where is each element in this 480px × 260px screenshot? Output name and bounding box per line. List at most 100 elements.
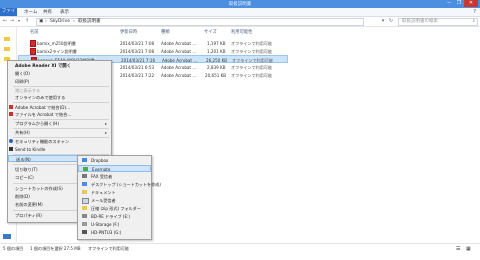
column-status[interactable]: 利用可能性 (231, 29, 252, 35)
menu-item-open-with-program[interactable]: プログラムから開く(H) ▸ (8, 120, 111, 127)
acrobat-icon (9, 112, 13, 116)
breadcrumb-skydrive[interactable]: SkyDrive (50, 19, 70, 25)
send-to-submenu: Dropbox Evernote FAX 受信者 デスクトップ (ショートカット… (77, 155, 161, 240)
file-row[interactable]: bamix_m250説明書 2014/03/21 7:08 Adobe Acro… (18, 39, 288, 47)
tab-view[interactable]: 表示 (60, 9, 69, 15)
status-offline: オフラインで利用可能 (88, 246, 129, 251)
address-input[interactable]: ▣ › SkyDrive › 取扱説明書 (36, 18, 364, 26)
desktop-icon (82, 182, 87, 186)
large-icons-view-icon[interactable]: ▦ (466, 246, 471, 252)
send-to-fax[interactable]: FAX 受信者 (78, 173, 151, 180)
menu-item-combine-files[interactable]: ファイルを Acrobat で結合... (8, 111, 111, 118)
folder-icon (4, 37, 10, 41)
address-dropdown-icon[interactable]: ▾ (380, 18, 386, 24)
window-title: 取扱説明書 (228, 2, 252, 7)
folder-icon: ▣ (39, 19, 44, 24)
recent-locations-button[interactable]: ▾ (16, 18, 22, 24)
window-controls: ─ ❐ ✕ (444, 0, 478, 7)
menu-item-open[interactable]: 開く(O) (8, 70, 111, 77)
evernote-icon (83, 167, 88, 171)
file-type: Adobe Acrobat ... (161, 64, 197, 70)
file-date: 2014/03/21 7:08 (120, 48, 155, 54)
column-type[interactable]: 種類 (161, 29, 170, 35)
refresh-icon[interactable]: ↻ (388, 18, 394, 24)
minimize-button[interactable]: ─ (444, 0, 454, 7)
menu-item-open-with-reader[interactable]: Adobe Reader XI で開く (8, 62, 111, 69)
network-icon[interactable] (3, 234, 11, 239)
menu-item-security-scan[interactable]: セキュリティ機能のスキャン (8, 138, 111, 145)
shield-icon (9, 139, 13, 143)
menu-item-combine-acrobat[interactable]: Adobe Acrobat で結合(D)... (8, 104, 111, 111)
pdf-file-icon (30, 40, 36, 47)
dropbox-icon (82, 158, 87, 162)
maximize-button[interactable]: ❐ (454, 0, 464, 7)
file-status: オフラインで利用可能 (231, 40, 272, 46)
send-to-evernote[interactable]: Evernote (78, 165, 151, 172)
ribbon-tabs: ファイル ホーム 共有 表示 ? (0, 8, 480, 22)
file-name: bamix_m250説明書 (37, 40, 76, 46)
breadcrumb-current-folder[interactable]: 取扱説明書 (78, 19, 101, 25)
folder-icon (4, 47, 10, 51)
column-name[interactable]: 名前 (30, 29, 39, 35)
fax-icon (82, 174, 87, 178)
send-to-dropbox[interactable]: Dropbox (78, 157, 151, 164)
send-to-mail[interactable]: メール受信者 (78, 197, 151, 204)
search-placeholder: 取扱説明書の検索 (402, 19, 438, 24)
status-selection: 1 個の項目を選択 27.5 MB (30, 246, 81, 251)
close-button[interactable]: ✕ (464, 0, 478, 7)
file-date: 2014/03/21 7:22 (120, 72, 155, 78)
file-size: 1,201 KB (207, 48, 226, 54)
file-type: Adobe Acrobat ... (161, 72, 197, 78)
column-size[interactable]: サイズ (204, 29, 217, 35)
tab-home[interactable]: ホーム (24, 9, 37, 15)
kindle-icon (9, 147, 13, 151)
file-status: オフラインで利用可能 (231, 48, 272, 54)
pdf-file-icon (30, 48, 36, 55)
menu-item-print[interactable]: 印刷(P) (8, 78, 111, 85)
send-to-documents[interactable]: ドキュメント (78, 189, 151, 196)
send-to-zip-folder[interactable]: 圧縮 (zip 形式) フォルダー (78, 205, 151, 212)
file-date: 2014/03/21 6:53 (120, 64, 155, 70)
status-item-count: 5 個の項目 (3, 246, 24, 251)
forward-button[interactable]: → (9, 18, 15, 24)
tab-share[interactable]: 共有 (43, 9, 52, 15)
menu-item-always-offline[interactable]: 常に表示する (8, 87, 111, 94)
title-bar: 取扱説明書 ─ ❐ ✕ (0, 0, 480, 8)
zip-folder-icon (82, 206, 87, 210)
up-button[interactable]: ↑ (24, 18, 30, 24)
file-row[interactable]: bamix2ライン説明書 2014/03/21 7:08 Adobe Acrob… (18, 47, 288, 55)
help-icon[interactable]: ? (473, 9, 476, 15)
file-size: 1,197 KB (207, 40, 226, 46)
address-bar-row: ← → ▾ ↑ ▣ › SkyDrive › 取扱説明書 ▾ ↻ 取扱説明書の検… (0, 17, 480, 27)
bd-drive-icon (82, 214, 87, 218)
details-view-icon[interactable]: ☰ (456, 246, 460, 252)
search-icon: ⌕ (472, 19, 475, 24)
send-to-bd-drive[interactable]: BD-RE ドライブ (E:) (78, 213, 151, 220)
menu-item-share[interactable]: 共有(H) ▸ (8, 129, 111, 136)
hdd-icon (82, 230, 87, 234)
chevron-right-icon: ▸ (104, 121, 107, 126)
file-status: オフラインで利用可能 (231, 64, 272, 70)
file-type: Adobe Acrobat ... (161, 40, 197, 46)
file-size: 20,651 KB (205, 72, 227, 78)
column-date[interactable]: 更新日時 (120, 29, 137, 35)
back-button[interactable]: ← (2, 18, 8, 24)
menu-item-online-only[interactable]: オンラインのみで使用する (8, 94, 111, 101)
mail-icon (82, 198, 89, 204)
file-date: 2014/03/21 7:16 (121, 57, 156, 63)
file-name: bamix2ライン説明書 (37, 48, 77, 54)
tab-file[interactable]: ファイル (0, 8, 17, 22)
acrobat-icon (9, 105, 13, 109)
file-type: Adobe Acrobat ... (162, 57, 198, 63)
column-headers: 名前 更新日時 種類 サイズ 利用可能性 (18, 27, 478, 36)
send-to-hd-pntu3[interactable]: HD-PNTU3 (G:) (78, 229, 151, 236)
chevron-right-icon: ▸ (104, 130, 107, 135)
send-to-u-storage[interactable]: U-Storage (F:) (78, 221, 151, 228)
send-to-desktop[interactable]: デスクトップ (ショートカットを作成) (78, 181, 161, 188)
search-input[interactable]: 取扱説明書の検索 ⌕ (398, 18, 478, 26)
menu-item-send-to-kindle[interactable]: Send to Kindle (8, 146, 111, 153)
file-type: Adobe Acrobat ... (161, 48, 197, 54)
documents-icon (82, 190, 87, 194)
status-bar: 5 個の項目 1 個の項目を選択 27.5 MB オフラインで利用可能 ☰ ▦ (0, 243, 480, 260)
file-status: オフラインで利用可能 (231, 72, 272, 78)
